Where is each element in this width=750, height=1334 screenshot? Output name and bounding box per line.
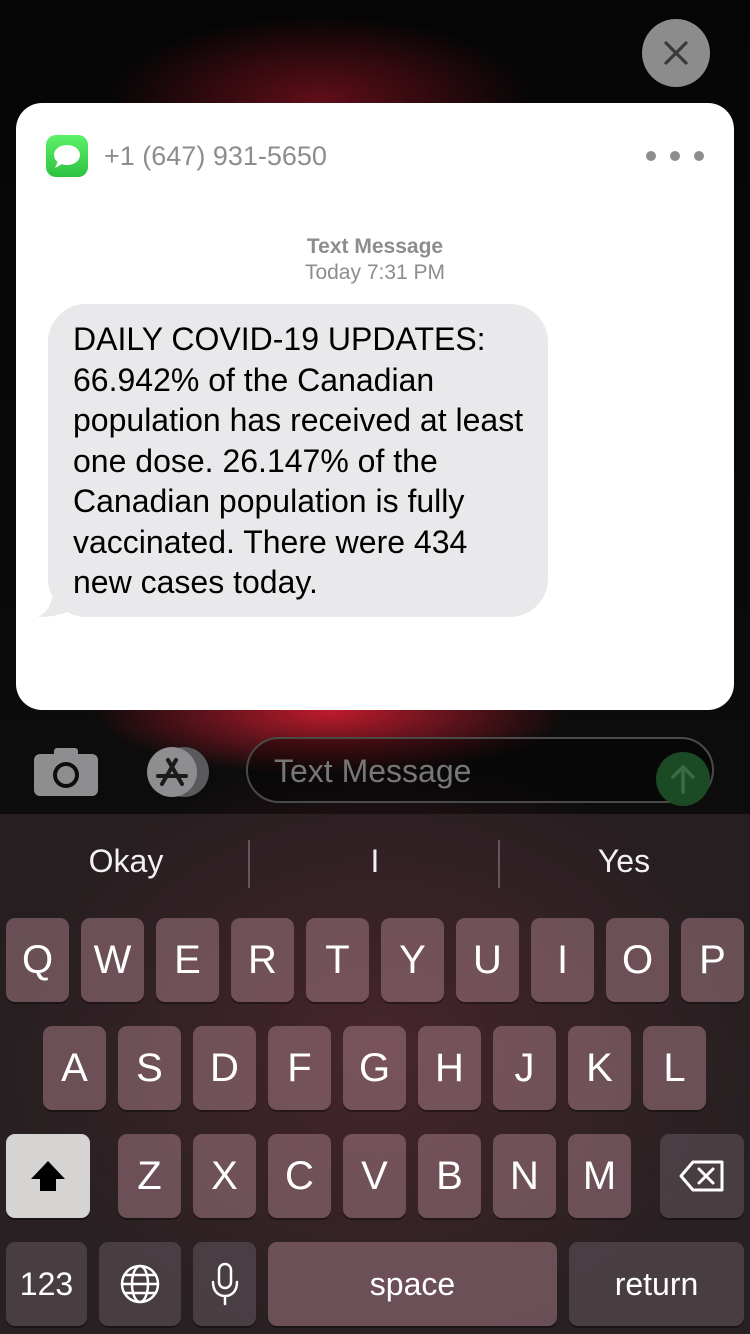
backspace-icon	[679, 1160, 724, 1192]
camera-button[interactable]	[34, 746, 98, 796]
suggestion-yes[interactable]: Yes	[500, 843, 748, 880]
send-arrow-icon	[671, 765, 695, 794]
numbers-key[interactable]: 123	[6, 1242, 87, 1326]
key-f[interactable]: F	[268, 1026, 331, 1110]
key-x[interactable]: X	[193, 1134, 256, 1218]
key-w[interactable]: W	[81, 918, 144, 1002]
key-c[interactable]: C	[268, 1134, 331, 1218]
message-input[interactable]: Text Message	[246, 737, 714, 806]
key-r[interactable]: R	[231, 918, 294, 1002]
key-q[interactable]: Q	[6, 918, 69, 1002]
backspace-key[interactable]	[660, 1134, 744, 1218]
camera-icon	[34, 748, 98, 796]
key-z[interactable]: Z	[118, 1134, 181, 1218]
key-k[interactable]: K	[568, 1026, 631, 1110]
return-key[interactable]: return	[569, 1242, 744, 1326]
key-a[interactable]: A	[43, 1026, 106, 1110]
suggestion-i[interactable]: I	[251, 843, 499, 880]
key-e[interactable]: E	[156, 918, 219, 1002]
shift-key[interactable]	[6, 1134, 90, 1218]
message-text: DAILY COVID-19 UPDATES: 66.942% of the C…	[73, 321, 524, 600]
suggestion-divider	[248, 840, 250, 888]
key-t[interactable]: T	[306, 918, 369, 1002]
key-o[interactable]: O	[606, 918, 669, 1002]
microphone-key[interactable]	[193, 1242, 256, 1326]
sender-phone-number: +1 (647) 931-5650	[104, 141, 327, 171]
message-type-label: Text Message	[306, 235, 444, 258]
key-m[interactable]: M	[568, 1134, 631, 1218]
key-g[interactable]: G	[343, 1026, 406, 1110]
messages-app-icon	[46, 135, 88, 177]
key-b[interactable]: B	[418, 1134, 481, 1218]
key-n[interactable]: N	[493, 1134, 556, 1218]
key-v[interactable]: V	[343, 1134, 406, 1218]
more-icon	[646, 151, 656, 161]
app-store-icon	[147, 747, 209, 797]
more-button[interactable]	[646, 141, 704, 171]
globe-key[interactable]	[99, 1242, 181, 1326]
key-l[interactable]: L	[643, 1026, 706, 1110]
key-y[interactable]: Y	[381, 918, 444, 1002]
app-store-button[interactable]	[140, 746, 214, 798]
shift-icon	[31, 1161, 65, 1191]
key-d[interactable]: D	[193, 1026, 256, 1110]
key-h[interactable]: H	[418, 1026, 481, 1110]
globe-icon	[120, 1264, 160, 1304]
message-timestamp: Today 7:31 PM	[304, 261, 446, 284]
key-s[interactable]: S	[118, 1026, 181, 1110]
close-icon	[664, 41, 688, 65]
message-input-placeholder: Text Message	[274, 753, 472, 789]
notification-card: +1 (647) 931-5650 Text Message Today 7:3…	[16, 103, 734, 710]
key-j[interactable]: J	[493, 1026, 556, 1110]
close-button[interactable]	[642, 19, 710, 87]
key-i[interactable]: I	[531, 918, 594, 1002]
microphone-icon	[211, 1262, 238, 1306]
suggestion-okay[interactable]: Okay	[2, 843, 250, 880]
key-p[interactable]: P	[681, 918, 744, 1002]
space-key[interactable]: space	[268, 1242, 557, 1326]
send-button[interactable]	[656, 752, 710, 806]
key-u[interactable]: U	[456, 918, 519, 1002]
